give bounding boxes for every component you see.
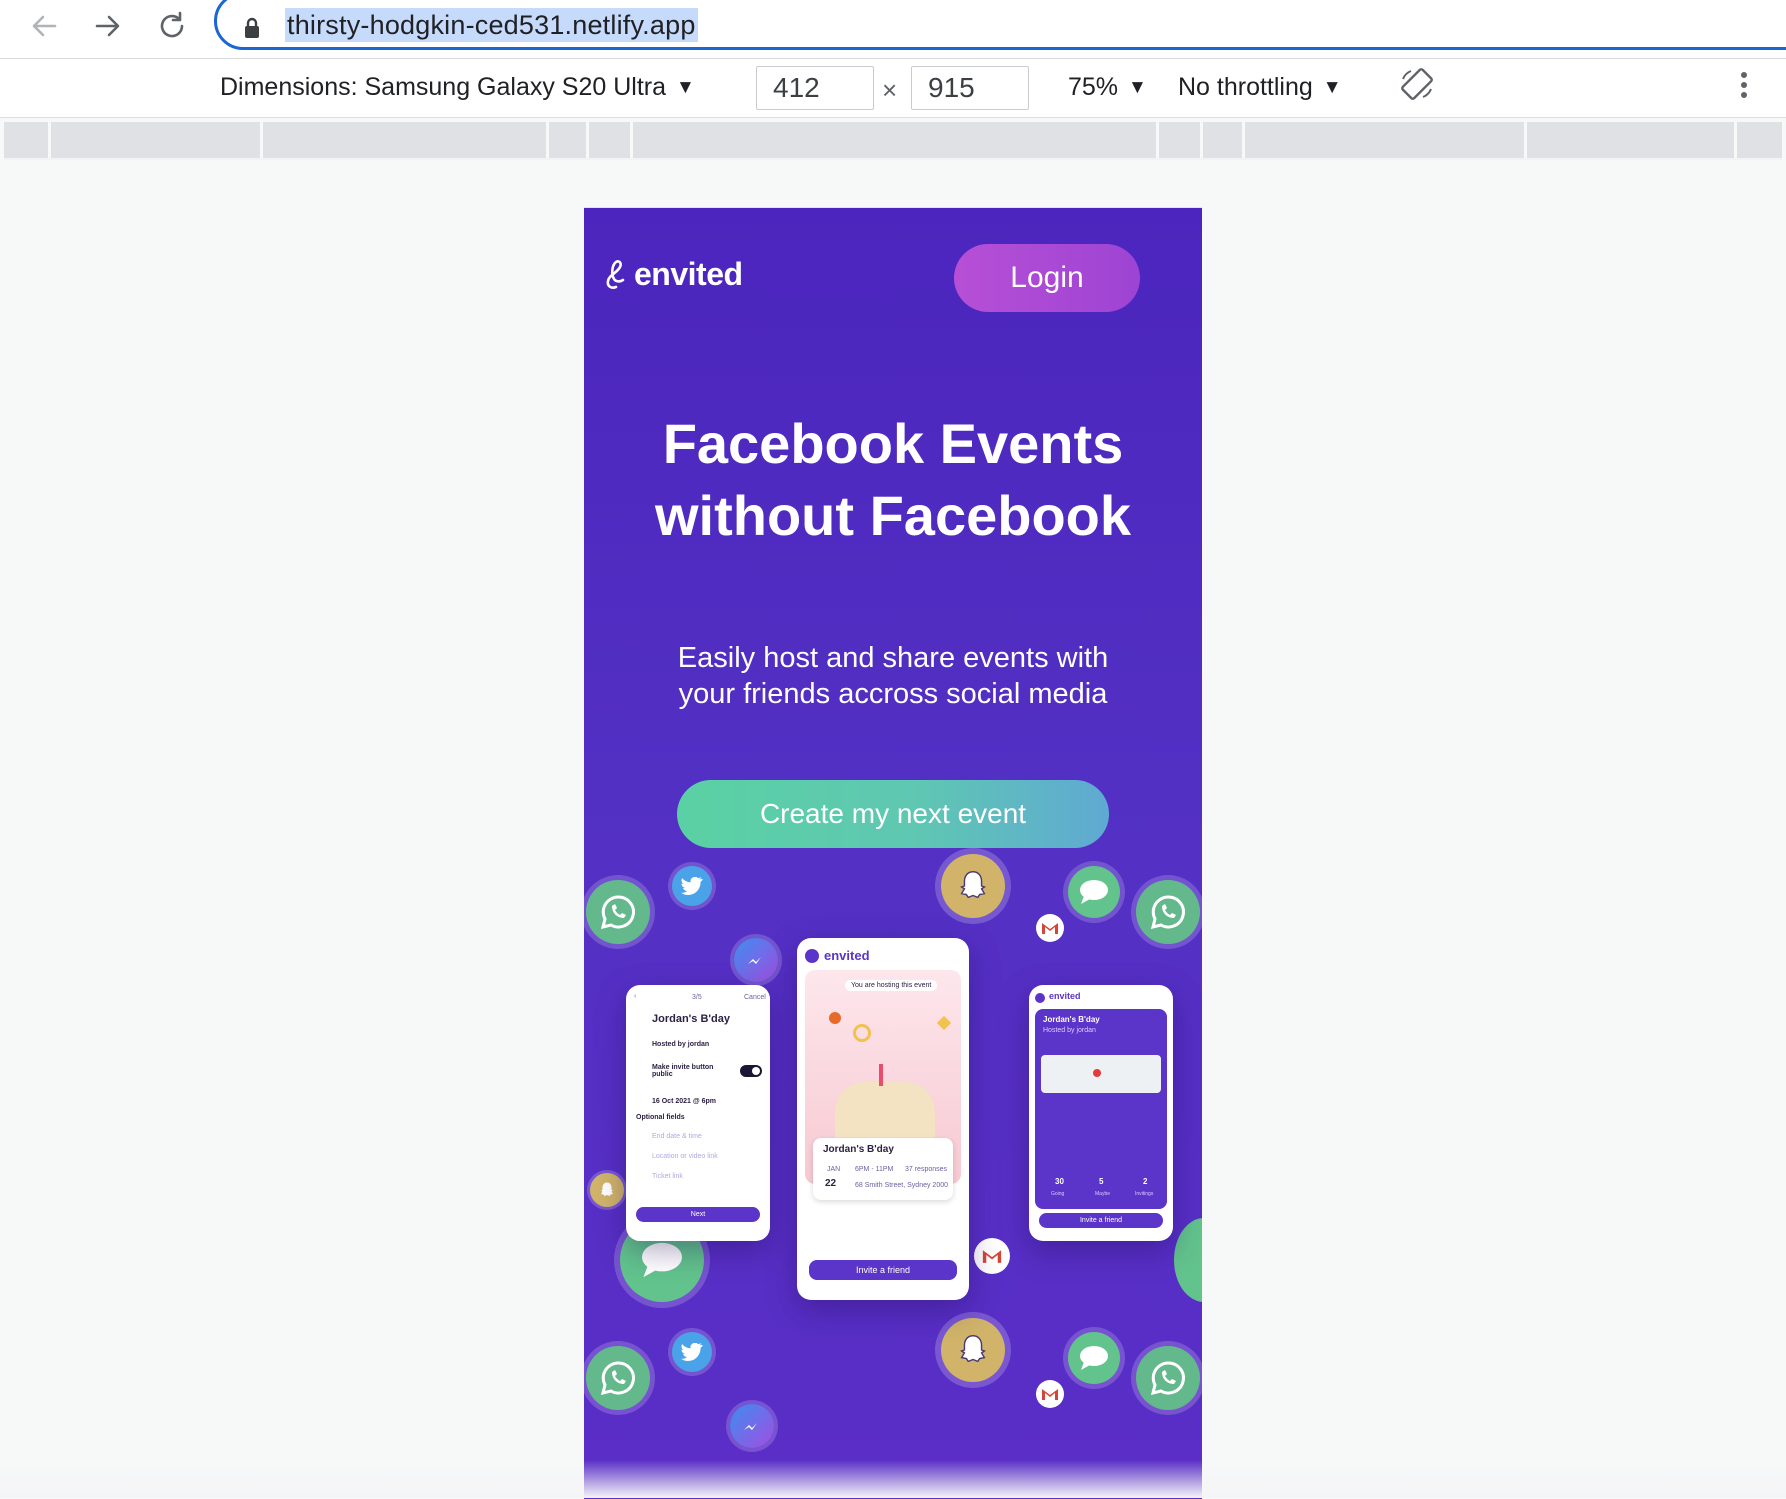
twitter-icon bbox=[672, 866, 712, 906]
envited-logo[interactable]: envited bbox=[604, 256, 743, 293]
logo-text: envited bbox=[634, 256, 743, 292]
mock-brand: envited bbox=[824, 948, 870, 963]
mock-end-date: End date & time bbox=[652, 1133, 702, 1140]
create-event-button[interactable]: Create my next event bbox=[677, 780, 1109, 848]
rotate-button[interactable] bbox=[1400, 67, 1434, 108]
mock-hosted: Hosted by jordan bbox=[1043, 1027, 1096, 1034]
mock-hosting-note: You are hosting this event bbox=[845, 980, 938, 991]
whatsapp-icon bbox=[1136, 880, 1200, 944]
gmail-icon bbox=[1036, 1380, 1064, 1408]
throttling-label: No throttling bbox=[1178, 73, 1313, 101]
phone-mockup-event-details: envited Jordan's B'day Hosted by jordan … bbox=[1029, 985, 1173, 1241]
lock-icon bbox=[245, 17, 259, 38]
messenger-icon bbox=[730, 1404, 774, 1448]
mock-location: Location or video link bbox=[652, 1153, 718, 1160]
mock-responses: 37 responses bbox=[905, 1166, 948, 1173]
arrow-left-icon bbox=[32, 15, 57, 37]
login-button[interactable]: Login bbox=[954, 244, 1140, 312]
dropdown-caret-icon: ▼ bbox=[676, 77, 695, 98]
mock-going-label: Going bbox=[1051, 1191, 1065, 1197]
mock-brand: envited bbox=[1049, 991, 1081, 1001]
mock-invite-public: Make invite button public bbox=[652, 1064, 714, 1078]
gmail-icon bbox=[1036, 914, 1064, 942]
mock-event-title: Jordan's B'day bbox=[652, 1013, 730, 1025]
mock-optional-fields: Optional fields bbox=[636, 1114, 685, 1121]
dimensions-label: Dimensions: Samsung Galaxy S20 Ultra bbox=[220, 73, 667, 101]
zoom-dropdown[interactable]: 75% ▼ bbox=[1068, 73, 1147, 102]
twitter-icon bbox=[672, 1332, 712, 1372]
imessage-icon bbox=[1174, 1218, 1202, 1302]
browser-toolbar: thirsty-hodgkin-ced531.netlify.app bbox=[0, 0, 1786, 58]
mock-details-card: Jordan's B'day Hosted by jordan 30 5 2 G… bbox=[1035, 1009, 1167, 1209]
mock-ticket: Ticket link bbox=[652, 1173, 683, 1180]
mock-event-title: Jordan's B'day bbox=[1043, 1015, 1100, 1024]
mock-hosted-by: Hosted by jordan bbox=[652, 1041, 710, 1048]
headline-line-1: Facebook Events bbox=[662, 412, 1124, 475]
mock-invite-button: Invite a friend bbox=[809, 1260, 957, 1280]
mock-address: 68 Smith Street, Sydney 2000 bbox=[855, 1182, 948, 1189]
media-query-ruler[interactable] bbox=[4, 122, 1782, 160]
envited-logo-icon bbox=[805, 949, 819, 963]
height-input[interactable]: 915 bbox=[911, 66, 1029, 110]
hero-subtext: Easily host and share events with your f… bbox=[677, 642, 1109, 710]
url-text[interactable]: thirsty-hodgkin-ced531.netlify.app bbox=[285, 8, 698, 42]
mock-event-card: Jordan's B'day JAN 22 6PM - 11PM 37 resp… bbox=[813, 1138, 953, 1200]
mock-next-button: Next bbox=[636, 1207, 760, 1222]
mock-invite-button: Invite a friend bbox=[1039, 1213, 1163, 1228]
mock-invited-label: Invitings bbox=[1135, 1191, 1154, 1197]
snapchat-icon bbox=[590, 1173, 624, 1207]
arrow-right-icon bbox=[95, 15, 120, 37]
imessage-icon bbox=[1068, 866, 1120, 918]
step-indicator: 3/5 bbox=[692, 994, 702, 1001]
whatsapp-icon bbox=[1136, 1346, 1200, 1410]
back-button[interactable] bbox=[22, 4, 66, 48]
bottom-fade bbox=[0, 1460, 1786, 1498]
phone-mockup-event: envited You are hosting this event Jorda… bbox=[797, 938, 969, 1300]
headline-line-2: without Facebook bbox=[655, 484, 1131, 547]
whatsapp-icon bbox=[586, 880, 650, 944]
width-input[interactable]: 412 bbox=[756, 66, 874, 110]
whatsapp-icon bbox=[586, 1346, 650, 1410]
times-sign: × bbox=[882, 75, 898, 105]
mock-time: 6PM - 11PM bbox=[855, 1166, 894, 1173]
address-bar[interactable]: thirsty-hodgkin-ced531.netlify.app bbox=[214, 0, 1786, 50]
mock-invited-count: 2 bbox=[1143, 1177, 1148, 1186]
back-icon: ‹ bbox=[634, 993, 637, 1000]
cancel-link: Cancel bbox=[744, 994, 766, 1001]
snapchat-icon bbox=[941, 854, 1005, 918]
mock-map bbox=[1041, 1055, 1161, 1093]
more-options-button[interactable] bbox=[1738, 67, 1750, 110]
rotate-icon bbox=[1401, 68, 1433, 100]
phone-mockup-create-event: ‹ 3/5 Cancel Jordan's B'day Hosted by jo… bbox=[626, 985, 770, 1241]
zoom-label: 75% bbox=[1068, 73, 1119, 101]
dropdown-caret-icon: ▼ bbox=[1128, 77, 1147, 98]
imessage-icon bbox=[1068, 1332, 1120, 1384]
forward-button[interactable] bbox=[86, 4, 130, 48]
throttling-dropdown[interactable]: No throttling ▼ bbox=[1178, 73, 1342, 102]
envited-logo-icon bbox=[606, 259, 625, 289]
mock-event-title: Jordan's B'day bbox=[823, 1144, 894, 1155]
device-dimensions-dropdown[interactable]: Dimensions: Samsung Galaxy S20 Ultra ▼ bbox=[220, 73, 695, 102]
gmail-icon bbox=[974, 1238, 1010, 1274]
reload-icon bbox=[160, 11, 184, 38]
mock-day: 22 bbox=[825, 1178, 837, 1189]
mock-maybe-count: 5 bbox=[1099, 1177, 1104, 1186]
toggle-switch bbox=[740, 1065, 762, 1077]
mock-month: JAN bbox=[827, 1166, 841, 1173]
dropdown-caret-icon: ▼ bbox=[1322, 77, 1342, 98]
mock-date: 16 Oct 2021 @ 6pm bbox=[652, 1098, 717, 1105]
mock-maybe-label: Maybe bbox=[1095, 1191, 1111, 1197]
messenger-icon bbox=[734, 938, 778, 982]
snapchat-icon bbox=[941, 1318, 1005, 1382]
mock-going-count: 30 bbox=[1055, 1177, 1064, 1186]
more-vert-icon bbox=[1741, 72, 1747, 98]
hero-headline: Facebook Events without Facebook bbox=[584, 408, 1202, 552]
reload-button[interactable] bbox=[150, 4, 194, 48]
device-viewport: envited Login Facebook Events without Fa… bbox=[584, 207, 1202, 1499]
device-toolbar: Dimensions: Samsung Galaxy S20 Ultra ▼ 41… bbox=[0, 58, 1786, 118]
